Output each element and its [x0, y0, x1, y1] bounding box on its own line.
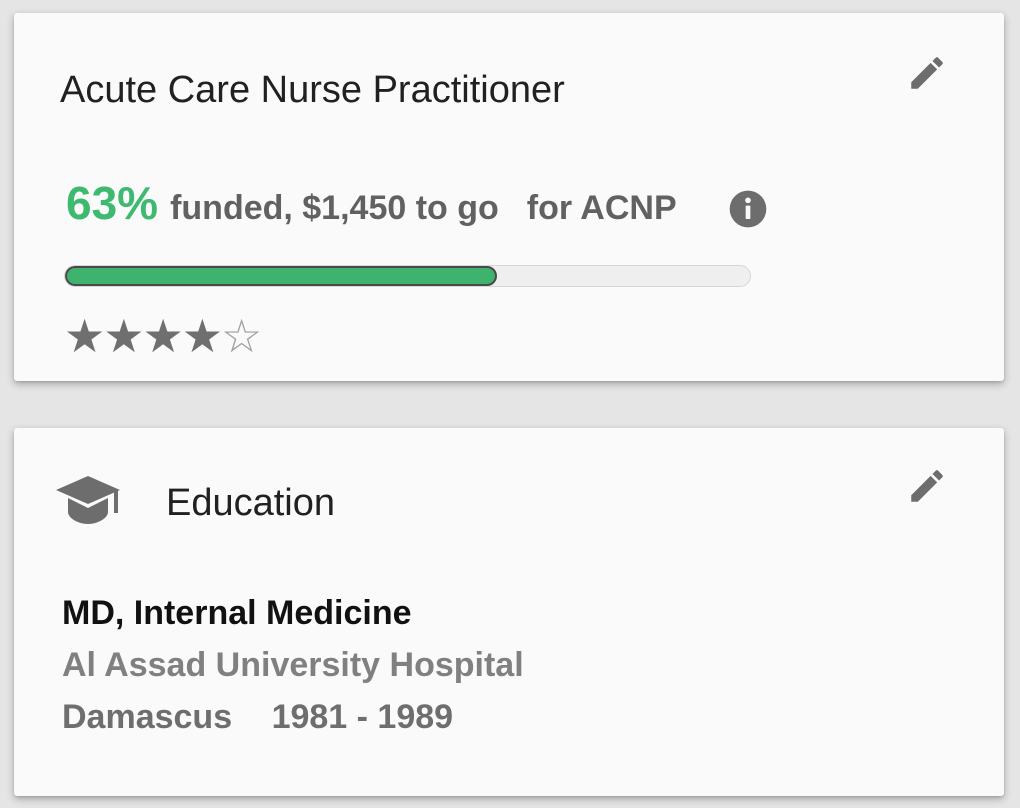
funding-progress-fill	[65, 266, 497, 286]
funding-summary: 63% funded, $1,450 to go for ACNP	[66, 176, 677, 230]
education-title: Education	[166, 482, 336, 524]
rating-stars: ★★★★☆	[64, 310, 262, 362]
graduation-cap-icon	[56, 476, 120, 524]
star-filled-icon: ★	[181, 310, 223, 362]
funding-progress-bar	[64, 265, 751, 287]
star-filled-icon: ★	[142, 310, 184, 362]
goal-card: Acute Care Nurse Practitioner 63% funded…	[14, 13, 1004, 381]
pencil-icon	[911, 57, 943, 89]
edit-education-button[interactable]	[904, 463, 950, 509]
funded-percent: 63%	[66, 177, 159, 229]
info-icon[interactable]	[728, 189, 768, 229]
location-years: Damascus 1981 - 1989	[62, 698, 453, 737]
edit-goal-button[interactable]	[904, 50, 950, 96]
education-card: Education MD, Internal Medicine Al Assad…	[14, 428, 1004, 796]
school-name: Al Assad University Hospital	[62, 646, 524, 684]
goal-title: Acute Care Nurse Practitioner	[60, 69, 565, 111]
location: Damascus	[62, 698, 233, 736]
star-filled-icon: ★	[103, 310, 144, 362]
goal-abbreviation: for ACNP	[526, 189, 677, 227]
funded-remaining-text: funded, $1,450 to go	[170, 189, 499, 227]
star-empty-icon: ☆	[221, 310, 262, 362]
years: 1981 - 1989	[271, 698, 454, 736]
pencil-icon	[911, 470, 943, 502]
star-filled-icon: ★	[64, 310, 105, 362]
degree: MD, Internal Medicine	[62, 594, 412, 632]
